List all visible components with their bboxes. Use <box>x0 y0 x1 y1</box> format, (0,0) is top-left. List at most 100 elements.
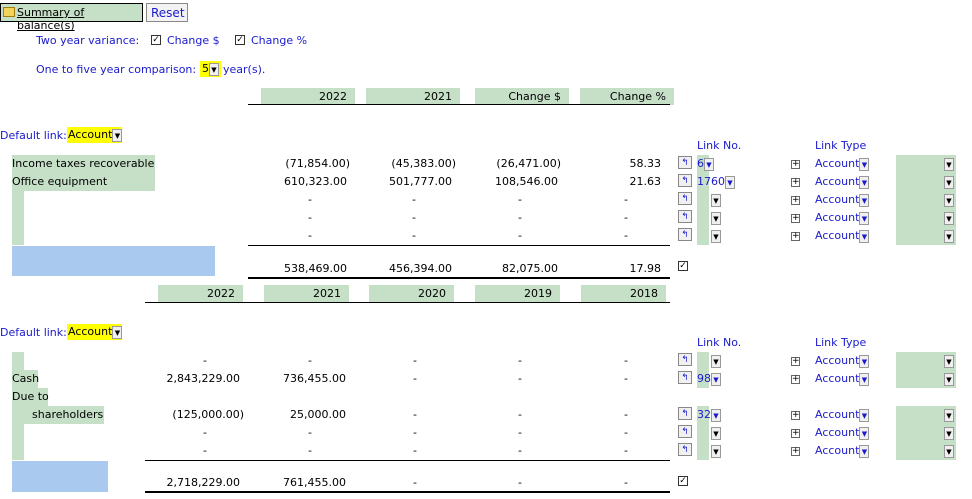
expand-icon[interactable]: + <box>791 214 800 223</box>
chevron-down-icon: ▼ <box>859 229 870 243</box>
s1-link-no-select[interactable]: 1760 ▼ <box>697 175 735 189</box>
expand-icon[interactable]: + <box>791 447 800 456</box>
chevron-down-icon: ▼ <box>859 193 870 207</box>
link-icon[interactable]: ↰ <box>678 174 692 187</box>
s2-total-label-cell <box>12 461 108 492</box>
s1-cell: - <box>412 193 416 206</box>
s1-extra-select-arrow[interactable]: ▼ <box>944 193 954 207</box>
s1-link-type-select[interactable]: Account ▼ <box>815 229 870 243</box>
summary-button[interactable]: Summary of balance(s) <box>0 3 143 32</box>
change-dollar-checkbox[interactable]: ✓ <box>151 35 161 45</box>
s2-total: 761,455.00 <box>283 476 346 489</box>
s1-link-type-select[interactable]: Account ▼ <box>815 175 870 189</box>
s2-link-no-select[interactable]: 32 ▼ <box>697 408 721 422</box>
s2-default-link-select[interactable]: Account ▼ <box>67 324 123 340</box>
expand-icon[interactable]: + <box>791 429 800 438</box>
chevron-down-icon: ▼ <box>711 426 721 440</box>
change-dollar-label: Change $ <box>167 34 220 47</box>
s1-cell: 610,323.00 <box>284 175 347 188</box>
chevron-down-icon: ▼ <box>944 157 954 171</box>
s1-link-no-select[interactable]: ▼ <box>711 193 721 207</box>
chevron-down-icon: ▼ <box>711 354 721 368</box>
s1-total: 17.98 <box>629 262 662 275</box>
s2-cell: 25,000.00 <box>290 408 346 421</box>
s1-header-change-pct: Change % <box>580 88 674 105</box>
s2-header-2018: 2018 <box>581 285 666 302</box>
s2-total-checkbox[interactable]: ✓ <box>678 476 688 486</box>
s1-extra-select-arrow[interactable]: ▼ <box>944 211 954 225</box>
s1-extra-select-arrow[interactable]: ▼ <box>944 157 954 171</box>
s2-link-type-select[interactable]: Account ▼ <box>815 354 870 368</box>
s2-extra-select-arrow[interactable]: ▼ <box>944 426 954 440</box>
s2-link-type-select[interactable]: Account ▼ <box>815 444 870 458</box>
s2-link-type-select[interactable]: Account ▼ <box>815 408 870 422</box>
s2-extra-select-arrow[interactable]: ▼ <box>944 444 954 458</box>
s1-link-no-select[interactable]: ▼ <box>711 229 721 243</box>
s2-link-type-select[interactable]: Account ▼ <box>815 426 870 440</box>
s1-cell: (45,383.00) <box>391 157 456 170</box>
link-icon[interactable]: ↰ <box>678 443 692 456</box>
s1-header-rule <box>248 104 670 105</box>
s2-cell: - <box>308 444 312 457</box>
link-icon[interactable]: ↰ <box>678 228 692 241</box>
expand-icon[interactable]: + <box>791 232 800 241</box>
s1-link-type-select[interactable]: Account ▼ <box>815 211 870 225</box>
link-icon[interactable]: ↰ <box>678 353 692 366</box>
s2-link-no-select[interactable]: 98 ▼ <box>697 372 721 386</box>
s2-row-label: Due to <box>12 390 49 403</box>
link-icon[interactable]: ↰ <box>678 210 692 223</box>
s1-default-link-select[interactable]: Account ▼ <box>67 127 123 143</box>
s1-total: 538,469.00 <box>284 262 347 275</box>
s2-link-no-select[interactable]: ▼ <box>711 444 721 458</box>
s2-cell: - <box>413 444 417 457</box>
s2-total-double-rule <box>145 491 670 493</box>
s1-cell: 58.33 <box>629 157 662 170</box>
s1-extra-select-arrow[interactable]: ▼ <box>944 229 954 243</box>
s2-cell: - <box>624 372 628 385</box>
chevron-down-icon: ▼ <box>859 444 870 458</box>
link-icon[interactable]: ↰ <box>678 407 692 420</box>
s1-link-type-select[interactable]: Account ▼ <box>815 193 870 207</box>
s1-link-type-select[interactable]: Account ▼ <box>815 157 870 171</box>
reset-button[interactable]: Reset <box>146 3 188 22</box>
expand-icon[interactable]: + <box>791 357 800 366</box>
s2-extra-select-arrow[interactable]: ▼ <box>944 408 954 422</box>
expand-icon[interactable]: + <box>791 375 800 384</box>
link-no-value: 98 <box>697 372 711 385</box>
change-pct-checkbox[interactable]: ✓ <box>235 35 245 45</box>
link-icon[interactable]: ↰ <box>678 425 692 438</box>
s2-cell: - <box>624 426 628 439</box>
link-icon[interactable]: ↰ <box>678 156 692 169</box>
chevron-down-icon: ▼ <box>711 193 721 207</box>
link-icon[interactable]: ↰ <box>678 371 692 384</box>
s1-link-no-select[interactable]: 6 ▼ <box>697 157 714 171</box>
s1-cell: - <box>624 211 628 224</box>
s2-extra-select-arrow[interactable]: ▼ <box>944 372 954 386</box>
s2-cell: 2,843,229.00 <box>166 372 240 385</box>
s2-cell: - <box>413 354 417 367</box>
expand-icon[interactable]: + <box>791 196 800 205</box>
chevron-down-icon: ▼ <box>944 426 954 440</box>
s1-total-double-rule <box>248 277 670 279</box>
link-icon[interactable]: ↰ <box>678 192 692 205</box>
s1-cell: 21.63 <box>629 175 662 188</box>
expand-icon[interactable]: + <box>791 160 800 169</box>
s1-total-checkbox[interactable]: ✓ <box>678 261 688 271</box>
expand-icon[interactable]: + <box>791 411 800 420</box>
s2-link-no-select[interactable]: ▼ <box>711 426 721 440</box>
chevron-down-icon: ▼ <box>944 444 954 458</box>
chevron-down-icon: ▼ <box>944 354 954 368</box>
expand-icon[interactable]: + <box>791 178 800 187</box>
s2-link-no-select[interactable]: ▼ <box>711 354 721 368</box>
chevron-down-icon: ▼ <box>859 426 870 440</box>
s2-extra-select-arrow[interactable]: ▼ <box>944 354 954 368</box>
years-select[interactable]: 5 ▼ <box>200 61 221 77</box>
s1-extra-select-arrow[interactable]: ▼ <box>944 175 954 189</box>
s2-link-type-select[interactable]: Account ▼ <box>815 372 870 386</box>
s1-cell: - <box>624 193 628 206</box>
s1-cell: 108,546.00 <box>495 175 558 188</box>
s2-label-cell <box>12 352 24 370</box>
s1-link-no-select[interactable]: ▼ <box>711 211 721 225</box>
chevron-down-icon: ▼ <box>944 193 954 207</box>
chevron-down-icon: ▼ <box>859 372 870 386</box>
